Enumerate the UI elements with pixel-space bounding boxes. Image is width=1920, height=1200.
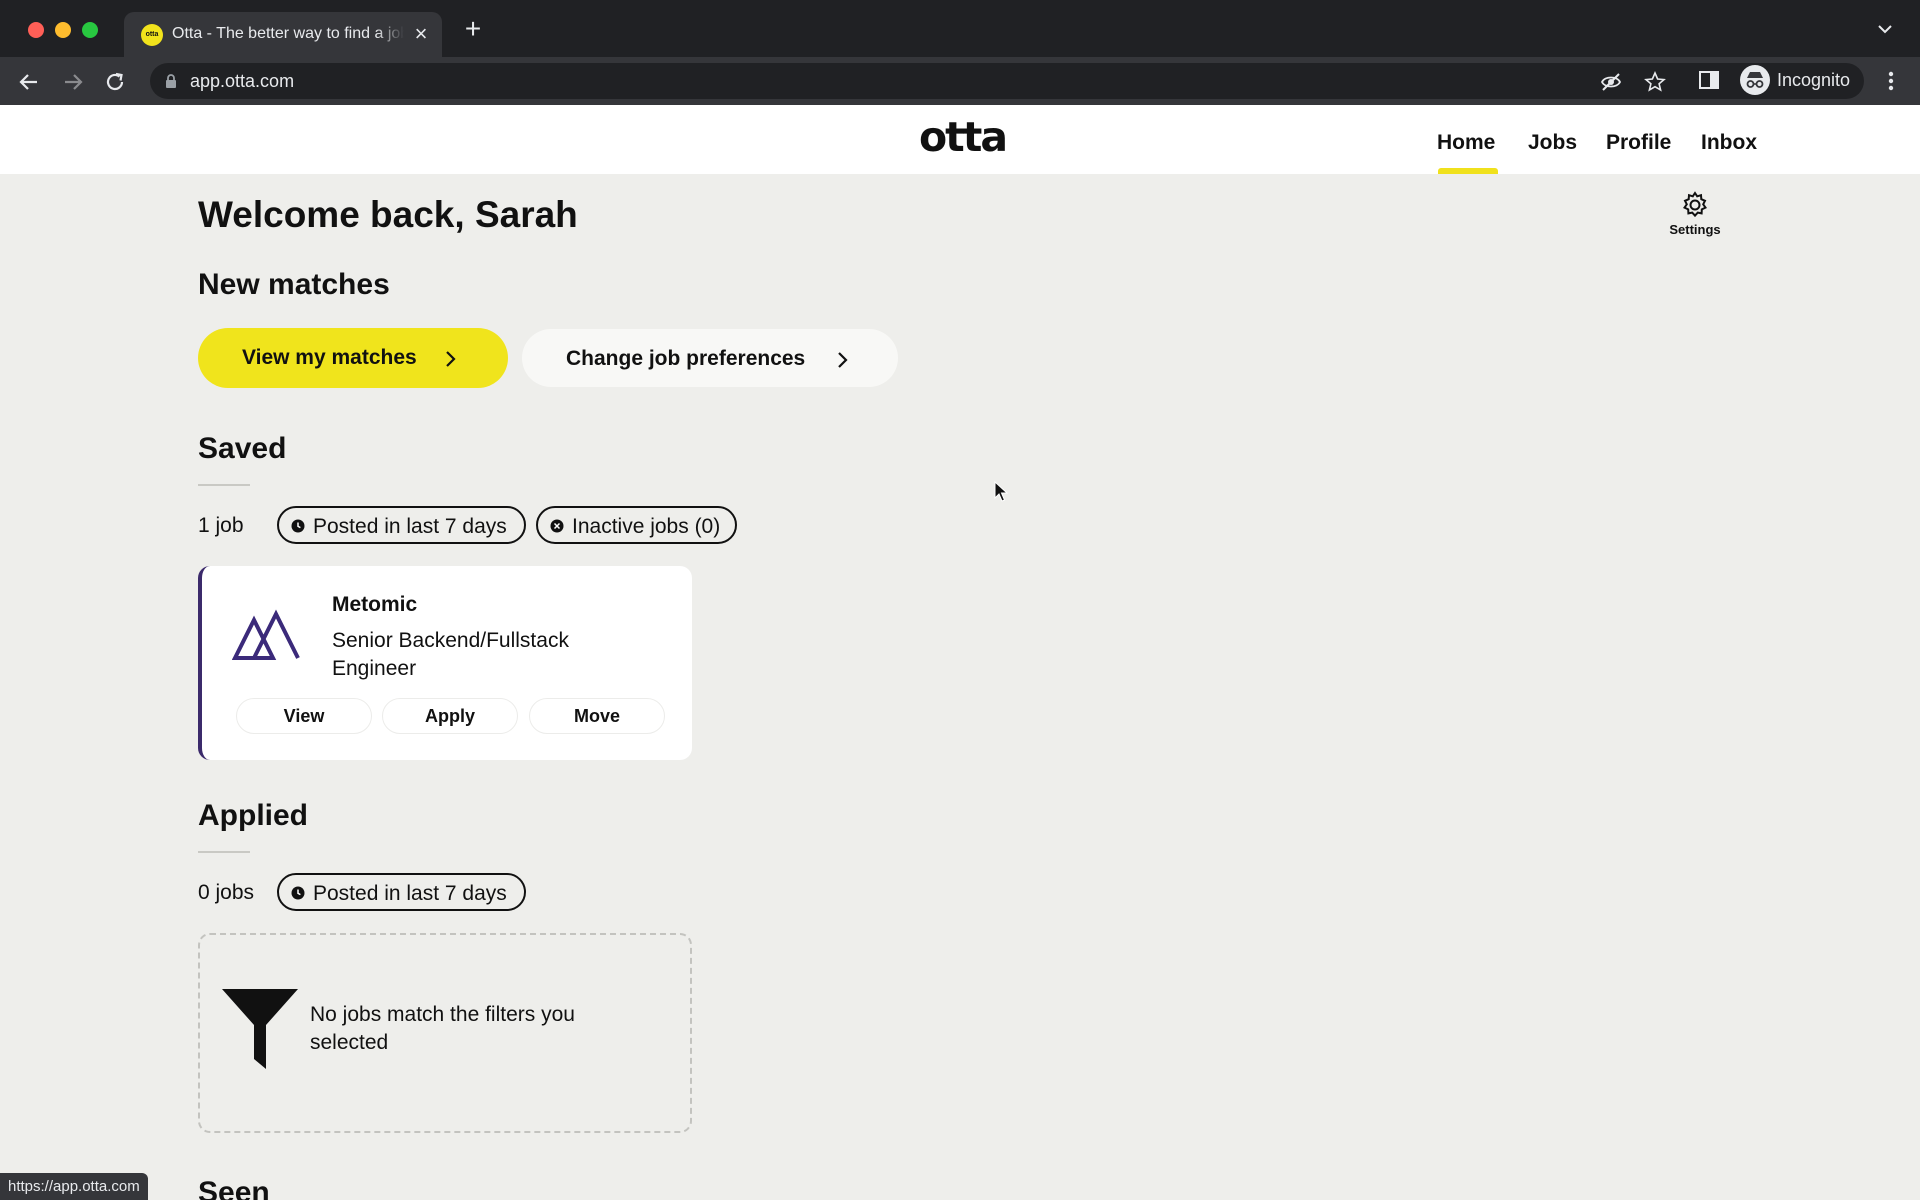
applied-empty-state: No jobs match the filters you selected (198, 933, 692, 1133)
saved-count: 1 job (198, 514, 244, 537)
forward-arrow-icon[interactable] (60, 69, 86, 95)
address-bar[interactable]: app.otta.com (150, 63, 1864, 99)
new-tab-button[interactable]: + (460, 15, 486, 43)
lock-icon (166, 74, 176, 88)
browser-tab[interactable]: otta Otta - The better way to find a job… (124, 12, 442, 57)
job-move-button[interactable]: Move (529, 698, 665, 734)
job-title: Senior Backend/Fullstack Engineer (332, 629, 569, 680)
new-matches-heading: New matches (198, 268, 390, 301)
tab-close-icon[interactable]: × (410, 23, 432, 45)
otta-logo[interactable]: otta (919, 113, 1008, 161)
view-my-matches-label: View my matches (242, 346, 417, 369)
seen-heading: Seen (198, 1176, 270, 1200)
saved-job-card[interactable]: Metomic Senior Backend/Fullstack Enginee… (198, 566, 692, 760)
nav-active-indicator (1438, 168, 1498, 174)
settings-label: Settings (1669, 222, 1721, 237)
filter-label: Inactive jobs (0) (572, 515, 721, 538)
job-view-button[interactable]: View (236, 698, 372, 734)
nav-home[interactable]: Home (1437, 131, 1495, 155)
welcome-heading: Welcome back, Sarah (198, 194, 578, 235)
eye-off-icon[interactable] (1600, 71, 1622, 93)
window-minimize-button[interactable] (55, 22, 71, 38)
saved-divider (198, 484, 250, 486)
filter-inactive-jobs[interactable]: Inactive jobs (0) (536, 506, 737, 544)
clock-icon (291, 886, 305, 900)
reload-icon[interactable] (102, 69, 128, 95)
more-menu-icon[interactable] (1880, 69, 1902, 93)
close-circle-icon (550, 519, 564, 533)
url-text: app.otta.com (190, 71, 295, 91)
change-job-preferences-label: Change job preferences (566, 347, 806, 370)
nav-profile[interactable]: Profile (1606, 131, 1671, 155)
job-company: Metomic (332, 593, 418, 616)
chevron-down-icon[interactable] (1876, 22, 1894, 36)
filter-posted-last-7-days[interactable]: Posted in last 7 days (277, 873, 526, 911)
status-bar-url: https://app.otta.com (0, 1173, 148, 1200)
window-close-button[interactable] (28, 22, 44, 38)
incognito-label: Incognito (1777, 70, 1851, 90)
side-panel-icon[interactable] (1698, 69, 1720, 91)
tab-title: Otta - The better way to find a job (172, 25, 404, 42)
app-header: otta Home Jobs Profile Inbox (0, 105, 1920, 174)
chevron-right-icon (446, 351, 456, 367)
filter-posted-last-7-days[interactable]: Posted in last 7 days (277, 506, 526, 544)
incognito-icon[interactable] (1740, 65, 1770, 95)
back-arrow-icon[interactable] (16, 69, 42, 95)
filter-label: Posted in last 7 days (313, 882, 507, 905)
browser-tab-bar: otta Otta - The better way to find a job… (0, 0, 1920, 57)
change-job-preferences-button[interactable]: Change job preferences (522, 329, 898, 387)
window-zoom-button[interactable] (82, 22, 98, 38)
applied-count: 0 jobs (198, 881, 255, 904)
filter-icon (222, 989, 298, 1069)
metomic-logo (232, 609, 300, 660)
applied-divider (198, 851, 250, 853)
nav-jobs[interactable]: Jobs (1528, 131, 1577, 155)
job-apply-button[interactable]: Apply (382, 698, 518, 734)
browser-toolbar: app.otta.com Incognito (0, 57, 1920, 105)
chevron-right-icon (838, 352, 848, 368)
applied-heading: Applied (198, 799, 308, 832)
saved-heading: Saved (198, 432, 287, 465)
settings-button[interactable]: Settings (1662, 190, 1728, 242)
mouse-cursor-icon (994, 481, 1008, 502)
filter-label: Posted in last 7 days (313, 515, 507, 538)
clock-icon (291, 519, 305, 533)
gear-icon (1683, 191, 1707, 218)
view-my-matches-button[interactable]: View my matches (198, 328, 508, 388)
otta-favicon-icon: otta (141, 24, 163, 46)
bookmark-star-icon[interactable] (1644, 71, 1666, 93)
nav-inbox[interactable]: Inbox (1701, 131, 1757, 155)
empty-state-message: No jobs match the filters you selected (310, 1003, 575, 1054)
